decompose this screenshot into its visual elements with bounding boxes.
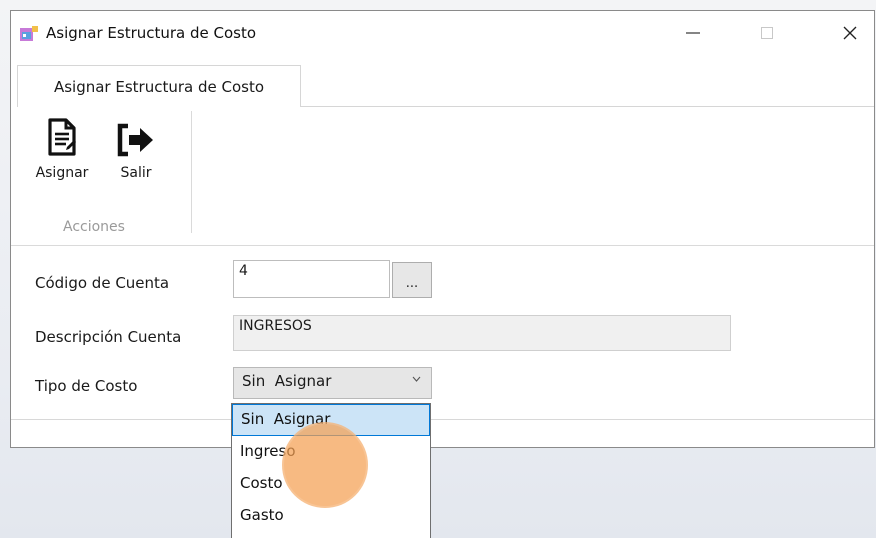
asignar-button[interactable]: Asignar xyxy=(31,107,93,181)
maximize-button[interactable] xyxy=(738,11,796,55)
ribbon-group-label: Acciones xyxy=(63,219,125,235)
chevron-down-icon xyxy=(412,374,421,385)
tipo-costo-selected-value: Sin Asignar xyxy=(242,372,332,390)
descripcion-cuenta-field: INGRESOS xyxy=(233,315,731,351)
salir-button[interactable]: Salir xyxy=(113,107,159,181)
title-bar[interactable]: Asignar Estructura de Costo xyxy=(11,11,874,55)
app-icon xyxy=(20,26,38,42)
lookup-button-label: ... xyxy=(405,276,419,291)
dialog-window: Asignar Estructura de Costo Asignar Estr… xyxy=(10,10,875,448)
minimize-button[interactable] xyxy=(664,11,722,55)
document-icon xyxy=(42,107,82,157)
close-button[interactable] xyxy=(821,11,876,55)
tipo-costo-select[interactable]: Sin Asignar xyxy=(233,367,432,399)
ribbon-divider xyxy=(11,245,874,246)
ribbon-panel: Asignar Salir Acciones xyxy=(17,107,874,245)
lookup-button[interactable]: ... xyxy=(392,262,432,298)
codigo-cuenta-input[interactable]: 4 xyxy=(233,260,390,298)
click-indicator xyxy=(282,422,368,508)
descripcion-cuenta-label: Descripción Cuenta xyxy=(35,328,182,346)
maximize-icon xyxy=(761,27,773,39)
ribbon-group-separator xyxy=(191,111,192,233)
window-title: Asignar Estructura de Costo xyxy=(46,24,257,42)
ribbon-tab-strip: Asignar Estructura de Costo xyxy=(11,55,874,107)
exit-icon xyxy=(116,107,156,157)
asignar-label: Asignar xyxy=(35,165,89,181)
tab-asignar-estructura[interactable]: Asignar Estructura de Costo xyxy=(17,65,301,107)
window-footer-divider xyxy=(11,419,874,420)
codigo-cuenta-label: Código de Cuenta xyxy=(35,274,170,292)
close-icon xyxy=(843,26,857,40)
salir-label: Salir xyxy=(120,165,152,181)
minimize-icon xyxy=(686,32,700,34)
tipo-costo-label: Tipo de Costo xyxy=(35,377,138,395)
